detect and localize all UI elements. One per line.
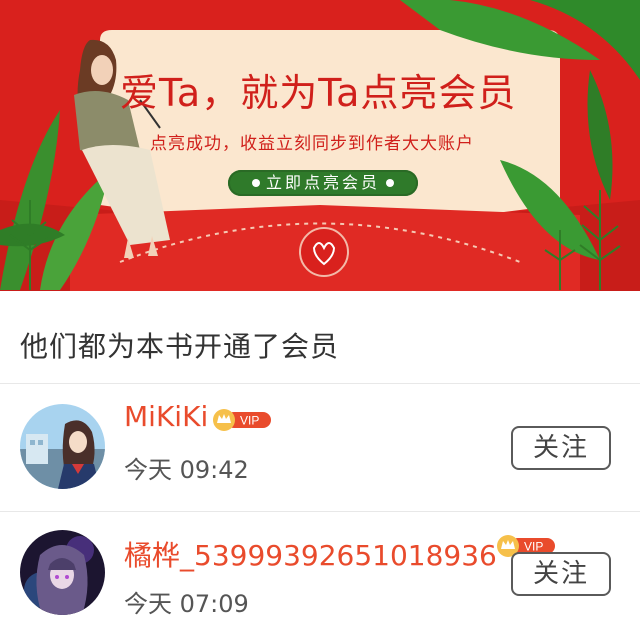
avatar[interactable] xyxy=(20,404,105,489)
dot-icon xyxy=(251,178,260,187)
follow-button[interactable]: 关注 xyxy=(511,426,611,470)
cta-label: 立即点亮会员 xyxy=(265,173,380,192)
vip-badge-label: VIP xyxy=(240,414,259,428)
member-promo-banner[interactable]: 爱Ta，就为Ta点亮会员 点亮成功，收益立刻同步到作者大大账户 立即点亮会员 xyxy=(0,0,640,291)
member-name[interactable]: 橘桦_5399939265101893​6 xyxy=(124,534,497,574)
member-time: 今天 07:09 xyxy=(124,590,249,618)
member-name[interactable]: MiKiKi xyxy=(124,400,208,433)
member-row[interactable]: 橘桦_5399939265101893​6 VIP 今天 07:09 关注 xyxy=(0,512,640,633)
dot-icon xyxy=(386,178,394,187)
member-time: 今天 09:42 xyxy=(124,456,249,484)
page: 爱Ta，就为Ta点亮会员 点亮成功，收益立刻同步到作者大大账户 立即点亮会员 他… xyxy=(0,0,640,633)
member-row[interactable]: MiKiKi VIP 今天 09:42 关注 xyxy=(0,384,640,512)
light-up-membership-button[interactable]: 立即点亮会员 xyxy=(228,170,418,196)
banner-subtitle: 点亮成功，收益立刻同步到作者大大账户 xyxy=(150,134,474,154)
anime-girl-avatar-icon xyxy=(20,404,105,489)
banner-title: 爱Ta，就为Ta点亮会员 xyxy=(120,71,517,115)
vip-badge: VIP xyxy=(213,409,271,431)
anime-girl-dark-avatar-icon xyxy=(20,530,105,615)
avatar[interactable] xyxy=(20,530,105,615)
follow-button[interactable]: 关注 xyxy=(511,552,611,596)
members-section-header: 他们都为本书开通了会员 xyxy=(0,291,640,384)
section-title: 他们都为本书开通了会员 xyxy=(20,330,340,363)
